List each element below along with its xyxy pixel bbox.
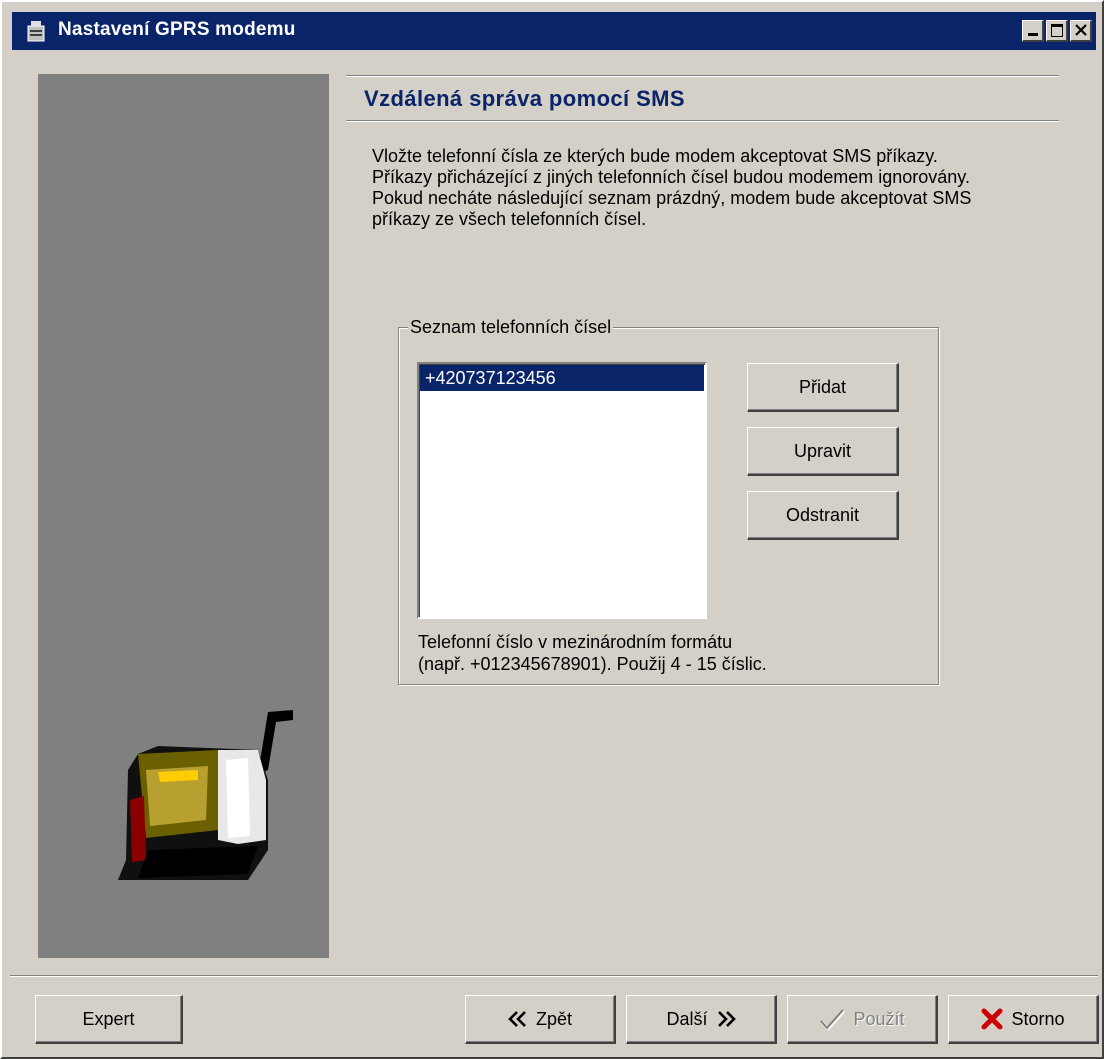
gprs-modem-image	[118, 710, 293, 880]
close-button[interactable]	[1070, 20, 1092, 42]
format-hint-line1: Telefonní číslo v mezinárodním formátu	[418, 632, 733, 652]
edit-button-label: Upravit	[793, 440, 851, 461]
add-button-label: Přidat	[798, 376, 847, 397]
close-icon	[1075, 24, 1087, 36]
next-button-label: Další	[666, 1008, 708, 1029]
expert-button-label: Expert	[82, 1008, 135, 1029]
format-hint: Telefonní číslo v mezinárodním formátu (…	[418, 631, 767, 675]
back-button[interactable]: Zpět	[465, 995, 616, 1044]
cancel-button-label: Storno	[1011, 1008, 1065, 1029]
apply-button[interactable]: Použít	[787, 995, 938, 1044]
back-button-label: Zpět	[535, 1008, 573, 1029]
checkmark-icon	[820, 1009, 846, 1030]
add-button[interactable]: Přidat	[747, 363, 899, 412]
format-hint-line2: (např. +012345678901). Použij 4 - 15 čís…	[418, 654, 767, 674]
remove-button-label: Odstranit	[785, 504, 860, 525]
next-button[interactable]: Další	[626, 995, 777, 1044]
red-x-icon	[981, 1008, 1003, 1030]
dialog-window: Nastavení GPRS modemu Vzdálená správa po…	[0, 0, 1104, 1059]
maximize-button[interactable]	[1046, 20, 1068, 42]
modem-app-icon	[26, 20, 46, 42]
apply-button-label: Použít	[853, 1008, 905, 1029]
header-divider-top	[346, 75, 1059, 77]
cancel-button[interactable]: Storno	[948, 995, 1099, 1044]
list-item[interactable]: +420737123456	[420, 365, 704, 391]
remove-button[interactable]: Odstranit	[747, 491, 899, 540]
expert-button[interactable]: Expert	[35, 995, 183, 1044]
edit-button[interactable]: Upravit	[747, 427, 899, 476]
double-chevron-left-icon	[508, 1011, 526, 1027]
window-title: Nastavení GPRS modemu	[58, 19, 296, 40]
minimize-button[interactable]	[1022, 20, 1044, 42]
footer-divider	[10, 975, 1098, 977]
title-bar[interactable]: Nastavení GPRS modemu	[12, 12, 1096, 50]
page-description: Vložte telefonní čísla ze kterých bude m…	[372, 146, 972, 229]
header-divider-bottom	[346, 120, 1059, 122]
page-heading: Vzdálená správa pomocí SMS	[364, 86, 685, 111]
wizard-side-panel	[38, 74, 329, 958]
double-chevron-right-icon	[717, 1011, 736, 1027]
group-legend: Seznam telefonních čísel	[408, 317, 614, 337]
phone-number-list[interactable]: +420737123456	[417, 362, 707, 619]
